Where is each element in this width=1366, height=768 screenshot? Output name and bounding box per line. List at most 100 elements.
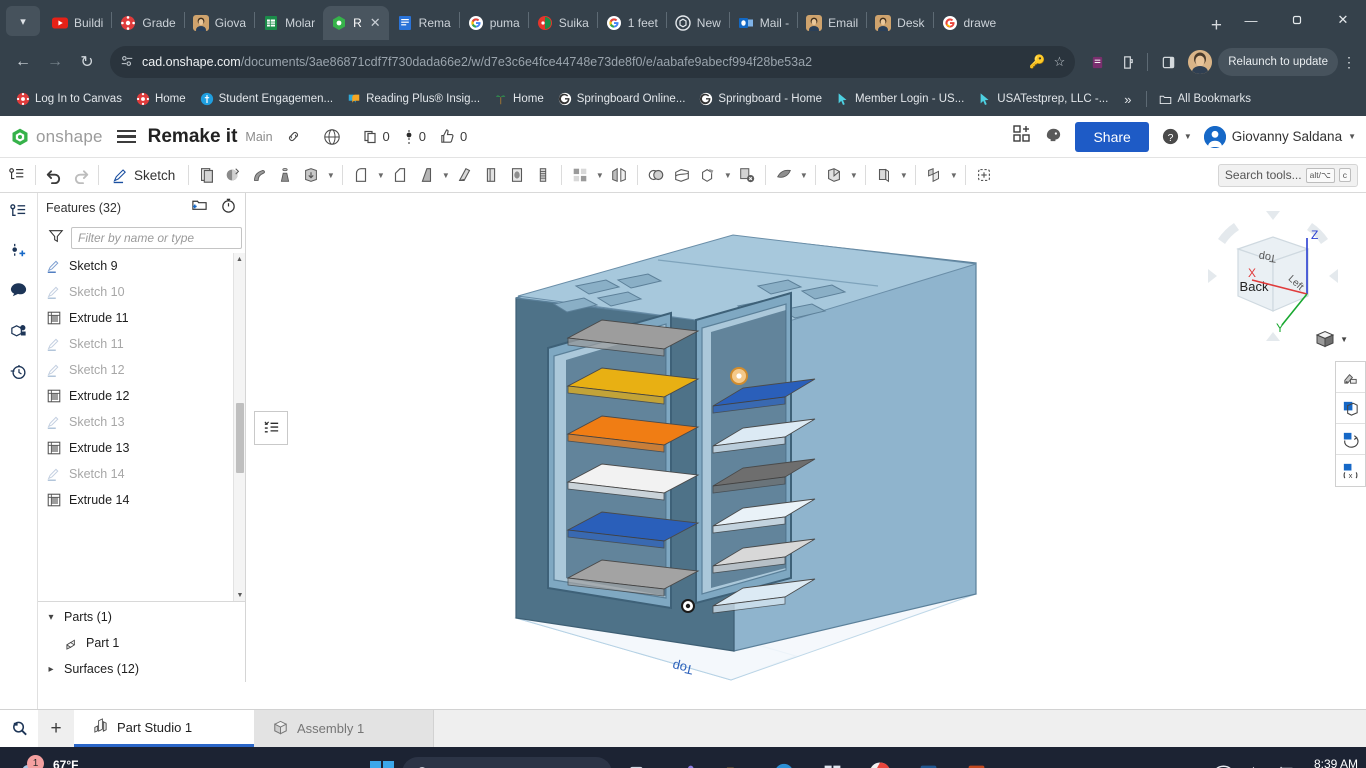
draft-tool-button[interactable]: [413, 161, 439, 189]
shell-tool-button[interactable]: [452, 161, 478, 189]
document-tab[interactable]: Part Studio 1: [74, 710, 254, 747]
redo-button[interactable]: [67, 161, 93, 189]
chevron-down-icon[interactable]: ▼: [847, 161, 860, 189]
browser-tab-active[interactable]: R ✕: [323, 6, 389, 40]
extensions-puzzle-icon[interactable]: [1113, 48, 1141, 76]
thread-tool-button[interactable]: [530, 161, 556, 189]
part-item[interactable]: Part 1: [38, 630, 245, 656]
site-settings-icon[interactable]: [120, 54, 134, 71]
browser-tab[interactable]: Suika: [529, 6, 597, 40]
sweep-tool-button[interactable]: [246, 161, 272, 189]
clock[interactable]: 8:39 AM 5/6/2024: [1311, 757, 1358, 768]
transform-tool-button[interactable]: [695, 161, 721, 189]
enclose-tool-button[interactable]: [821, 161, 847, 189]
share-button[interactable]: Share: [1075, 121, 1149, 152]
file-explorer-icon[interactable]: [716, 753, 756, 768]
wifi-icon[interactable]: [1215, 764, 1232, 768]
bookmarks-overflow-icon[interactable]: »: [1116, 92, 1139, 107]
appearance-icon[interactable]: [1336, 362, 1365, 393]
omnibox[interactable]: cad.onshape.com/documents/3ae86871cdf7f7…: [110, 46, 1076, 78]
document-title[interactable]: Remake it: [148, 126, 238, 148]
surfacefill-tool-button[interactable]: [771, 161, 797, 189]
main-menu-icon[interactable]: [116, 129, 136, 144]
document-tab[interactable]: Assembly 1: [254, 710, 434, 747]
close-icon[interactable]: ✕: [370, 15, 381, 31]
bookmark-item[interactable]: Member Login - US...: [830, 90, 970, 108]
user-menu[interactable]: Giovanny Saldana ▼: [1203, 125, 1356, 148]
feature-row[interactable]: Extrude 12: [38, 383, 245, 409]
variable-tool-button[interactable]: [971, 161, 997, 189]
chevron-down-icon[interactable]: ▼: [1340, 335, 1348, 344]
new-tab-button[interactable]: +: [1211, 16, 1222, 35]
hole-tool-button[interactable]: [504, 161, 530, 189]
browser-tab[interactable]: New: [667, 6, 729, 40]
all-bookmarks-button[interactable]: All Bookmarks: [1153, 90, 1258, 108]
browser-tab[interactable]: Email: [798, 6, 866, 40]
loft-tool-button[interactable]: [272, 161, 298, 189]
bookmark-item[interactable]: Reading Plus® Insig...: [341, 90, 486, 108]
task-view-icon[interactable]: [620, 753, 660, 768]
tab-search-chevron-icon[interactable]: ▾: [6, 6, 40, 36]
feature-row[interactable]: Sketch 9: [38, 253, 245, 279]
chevron-down-icon[interactable]: ▼: [374, 161, 387, 189]
cad-model[interactable]: Top: [506, 193, 1166, 708]
weather-widget[interactable]: 1 67°F Mostly cloudy: [0, 755, 300, 768]
browser-tab[interactable]: drawe: [934, 6, 1005, 40]
history-icon[interactable]: [7, 359, 31, 383]
split-tool-button[interactable]: [669, 161, 695, 189]
scrollbar-thumb[interactable]: [236, 403, 244, 473]
bookmark-star-icon[interactable]: ☆: [1054, 54, 1066, 70]
tab-manager-icon[interactable]: [0, 710, 38, 747]
chevron-down-icon[interactable]: ▼: [897, 161, 910, 189]
feature-row[interactable]: Sketch 11: [38, 331, 245, 357]
browser-tab[interactable]: Buildi: [44, 6, 111, 40]
teams-icon[interactable]: T: [668, 753, 708, 768]
chevron-down-icon[interactable]: ▾: [44, 612, 58, 623]
bookmark-item[interactable]: Home: [488, 90, 550, 108]
close-button[interactable]: ✕: [1320, 3, 1366, 37]
revolve-tool-button[interactable]: [220, 161, 246, 189]
bookmark-item[interactable]: Springboard Online...: [552, 90, 692, 108]
sketch-button[interactable]: Sketch: [104, 167, 183, 184]
rotate-view-icon[interactable]: [1336, 424, 1365, 455]
part-properties-icon[interactable]: [7, 319, 31, 343]
taskbar-search[interactable]: Search: [402, 757, 612, 768]
feature-list[interactable]: Sketch 9 Sketch 10 Extrude 11 Sketch 11 Sket…: [38, 253, 245, 602]
add-version-icon[interactable]: [7, 239, 31, 263]
copies-count[interactable]: 0: [363, 129, 390, 145]
side-panel-icon[interactable]: [1154, 48, 1182, 76]
browser-tab[interactable]: Rema: [389, 6, 459, 40]
app-store-icon[interactable]: [1012, 124, 1032, 149]
new-folder-icon[interactable]: [191, 197, 208, 219]
back-icon[interactable]: ←: [8, 47, 38, 77]
password-key-icon[interactable]: 🔑: [1029, 54, 1045, 70]
chamfer-tool-button[interactable]: [387, 161, 413, 189]
bookmark-item[interactable]: Log In to Canvas: [10, 90, 128, 108]
feature-row[interactable]: Extrude 13: [38, 435, 245, 461]
maximize-button[interactable]: [1274, 3, 1320, 37]
globe-icon[interactable]: [323, 128, 341, 146]
feature-list-panel-icon[interactable]: [7, 199, 31, 223]
graphics-viewport[interactable]: Top Top Back Left Z X Y ▼ x: [246, 193, 1366, 747]
feature-row[interactable]: Sketch 12: [38, 357, 245, 383]
add-tab-button[interactable]: +: [38, 710, 74, 747]
browser-tab[interactable]: Grade: [112, 6, 183, 40]
chrome-menu-icon[interactable]: ⋮: [1340, 54, 1358, 71]
relaunch-to-update-button[interactable]: Relaunch to update: [1218, 48, 1338, 76]
feature-row[interactable]: Extrude 14: [38, 487, 245, 513]
filter-icon[interactable]: [48, 228, 64, 249]
plane-tool-button[interactable]: [194, 161, 220, 189]
scroll-down-arrow-icon[interactable]: ▼: [234, 589, 245, 601]
scroll-up-arrow-icon[interactable]: ▲: [234, 253, 245, 265]
browser-tab[interactable]: Giova: [185, 6, 254, 40]
variable-table-icon[interactable]: x: [1336, 455, 1365, 486]
chrome-icon[interactable]: [860, 753, 900, 768]
feature-list-icon[interactable]: [4, 161, 30, 189]
browser-tab[interactable]: 1 feet: [598, 6, 666, 40]
learning-center-icon[interactable]: [1044, 125, 1063, 149]
bookmark-item[interactable]: USATestprep, LLC -...: [972, 90, 1114, 108]
help-menu[interactable]: ? ▼: [1161, 127, 1192, 146]
reload-icon[interactable]: ↻: [72, 47, 102, 77]
onshape-logo[interactable]: onshape: [10, 127, 103, 147]
battery-icon[interactable]: [1277, 765, 1297, 768]
